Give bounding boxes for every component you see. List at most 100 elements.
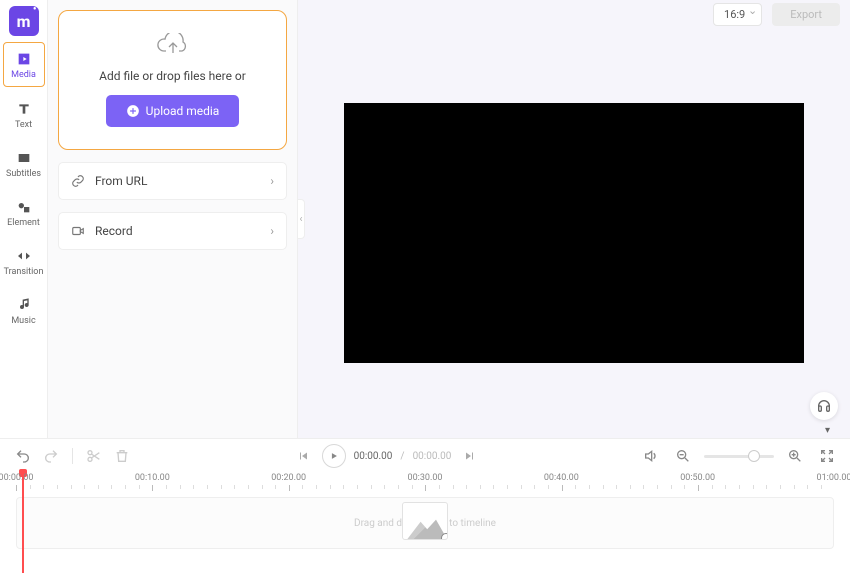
- ruler-tick: [493, 485, 507, 489]
- ruler-tick: [207, 485, 221, 489]
- ruler-tick: [453, 485, 467, 489]
- fit-button[interactable]: [816, 445, 838, 467]
- ruler-tick: [439, 485, 453, 489]
- ruler-tick: [725, 485, 739, 489]
- sidebar: m Media Text Subtitles Element Transitio…: [0, 0, 48, 438]
- sidebar-label: Music: [11, 316, 35, 326]
- sidebar-label: Element: [7, 218, 40, 228]
- playhead-line: [22, 475, 24, 573]
- ruler-tick: [152, 485, 166, 491]
- ruler-tick: [780, 485, 794, 489]
- zoom-out-button[interactable]: [672, 445, 694, 467]
- prev-frame-button[interactable]: [292, 445, 314, 467]
- play-button[interactable]: [322, 444, 346, 468]
- current-time: 00:00.00: [354, 451, 393, 462]
- ruler-tick: [248, 485, 262, 489]
- from-url-label: From URL: [95, 174, 147, 188]
- ruler-tick: [616, 485, 630, 489]
- ruler-tick: [180, 485, 194, 489]
- ruler-tick: [575, 485, 589, 489]
- chevron-right-icon: ›: [270, 224, 274, 238]
- ruler-tick: [111, 485, 125, 489]
- ruler-tick-label: 00:20.00: [271, 473, 306, 483]
- music-icon: [16, 297, 32, 313]
- more-options[interactable]: ▾: [825, 425, 830, 436]
- media-panel: Add file or drop files here or Upload me…: [48, 0, 298, 438]
- ruler-tick: [84, 485, 98, 489]
- ruler-tick: [603, 485, 617, 489]
- ruler-tick: [643, 485, 657, 489]
- ruler-tick: [412, 485, 426, 489]
- zoom-thumb[interactable]: [748, 450, 760, 462]
- record-button[interactable]: Record ›: [58, 212, 287, 250]
- timeline-toolbar: 00:00.00 / 00:00.00: [0, 439, 850, 473]
- sidebar-item-media[interactable]: Media: [3, 42, 45, 87]
- record-icon: [71, 224, 85, 238]
- upload-dropzone[interactable]: Add file or drop files here or Upload me…: [58, 10, 287, 150]
- ruler-tick: [739, 485, 753, 489]
- timeline-track[interactable]: Drag and drop media to timeline: [16, 497, 834, 549]
- sidebar-item-music[interactable]: Music: [3, 289, 45, 332]
- media-icon: [16, 51, 32, 67]
- clip-placeholder[interactable]: [402, 502, 448, 540]
- app-logo[interactable]: m: [9, 6, 39, 36]
- volume-button[interactable]: [640, 445, 662, 467]
- ruler-tick: [425, 485, 439, 491]
- subtitles-icon: [16, 150, 32, 166]
- play-icon: [329, 451, 339, 461]
- time-sep: /: [400, 451, 404, 462]
- sidebar-item-transition[interactable]: Transition: [3, 240, 45, 283]
- cloud-upload-icon: [156, 33, 190, 57]
- aspect-ratio-select[interactable]: 16:9: [713, 3, 762, 26]
- redo-icon: [43, 448, 59, 464]
- ruler-tick: [630, 485, 644, 489]
- ruler-tick: [698, 485, 712, 491]
- zoom-slider[interactable]: [704, 455, 774, 458]
- ruler-tick: [330, 485, 344, 489]
- ruler-tick: [589, 485, 603, 489]
- text-icon: [16, 101, 32, 117]
- ruler-tick: [343, 485, 357, 489]
- preview-header: 16:9 Export: [298, 0, 850, 28]
- ruler-tick: [221, 485, 235, 489]
- ruler-tick: [398, 485, 412, 489]
- fit-icon: [819, 448, 835, 464]
- ruler-tick-label: 00:10.00: [135, 473, 170, 483]
- sidebar-label: Subtitles: [6, 169, 41, 179]
- chevron-right-icon: ›: [270, 174, 274, 188]
- cut-button[interactable]: [83, 445, 105, 467]
- sidebar-item-subtitles[interactable]: Subtitles: [3, 142, 45, 185]
- redo-button[interactable]: [40, 445, 62, 467]
- ruler-tick: [316, 485, 330, 489]
- ruler-tick: [71, 485, 85, 489]
- scissors-icon: [86, 448, 102, 464]
- video-canvas[interactable]: [344, 103, 804, 363]
- upload-media-button[interactable]: Upload media: [106, 95, 240, 127]
- headphones-button[interactable]: [810, 392, 838, 420]
- zoom-in-button[interactable]: [784, 445, 806, 467]
- next-frame-button[interactable]: [459, 445, 481, 467]
- ruler-tick: [562, 485, 576, 491]
- sidebar-item-text[interactable]: Text: [3, 93, 45, 136]
- clip-load-indicator: [441, 533, 448, 540]
- ruler-tick: [166, 485, 180, 489]
- undo-icon: [15, 448, 31, 464]
- canvas-wrap: [298, 28, 850, 438]
- sidebar-label: Text: [15, 120, 32, 130]
- ruler-tick: [384, 485, 398, 489]
- from-url-button[interactable]: From URL ›: [58, 162, 287, 200]
- ruler-tick: [712, 485, 726, 489]
- ruler-tick: [57, 485, 71, 489]
- timeline-ruler[interactable]: 00:00.0000:10.0000:20.0000:30.0000:40.00…: [0, 473, 850, 493]
- right-controls: [640, 445, 838, 467]
- sidebar-item-element[interactable]: Element: [3, 191, 45, 234]
- delete-button[interactable]: [111, 445, 133, 467]
- ruler-tick-label: 00:30.00: [408, 473, 443, 483]
- upload-button-label: Upload media: [146, 104, 220, 118]
- export-button[interactable]: Export: [772, 3, 840, 26]
- ruler-tick: [521, 485, 535, 489]
- ruler-tick: [357, 485, 371, 489]
- undo-button[interactable]: [12, 445, 34, 467]
- panel-collapse-handle[interactable]: ‹: [297, 199, 305, 239]
- sidebar-label: Media: [11, 70, 36, 80]
